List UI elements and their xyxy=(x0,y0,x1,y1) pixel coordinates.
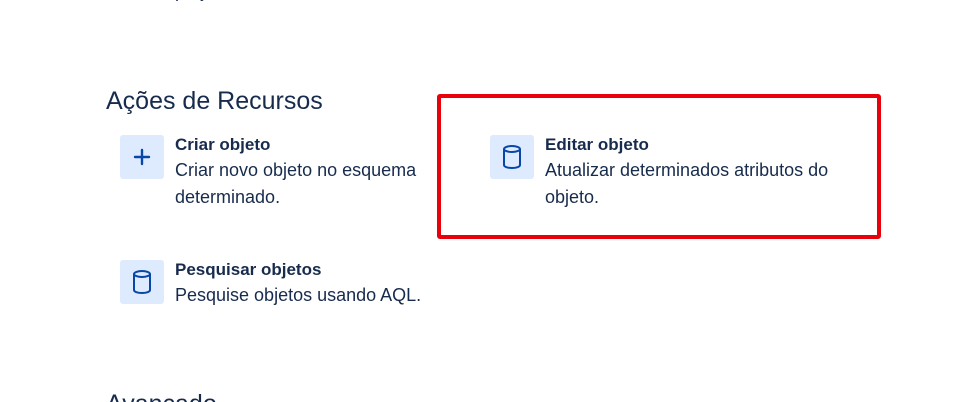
section-title-advanced: Avançado xyxy=(106,389,217,402)
section-title-resource-actions: Ações de Recursos xyxy=(106,87,323,115)
edit-object-title: Editar objeto xyxy=(545,135,649,154)
automation-actions-page: projeto Ações de Recursos Criar objeto C… xyxy=(0,0,962,402)
edit-object-description: Atualizar determinados atributos do obje… xyxy=(545,160,829,207)
previous-item-description: projeto xyxy=(175,0,505,5)
search-objects-text: Pesquisar objetos Pesquise objetos usand… xyxy=(175,258,505,309)
create-object-icon-box xyxy=(120,135,164,179)
create-object-title: Criar objeto xyxy=(175,135,271,154)
search-objects-icon-box xyxy=(120,260,164,304)
search-objects-title: Pesquisar objetos xyxy=(175,260,322,279)
previous-item-description-tail: projeto xyxy=(175,0,230,1)
action-search-objects[interactable]: Pesquisar objetos Pesquise objetos usand… xyxy=(120,260,505,309)
edit-object-icon-box xyxy=(490,135,534,179)
database-icon xyxy=(503,145,521,170)
create-object-description: Criar novo objeto no esquema determinado… xyxy=(175,160,417,207)
plus-icon xyxy=(133,148,151,166)
search-objects-description: Pesquise objetos usando AQL. xyxy=(175,285,422,305)
edit-object-text: Editar objeto Atualizar determinados atr… xyxy=(545,133,835,211)
create-object-text: Criar objeto Criar novo objeto no esquem… xyxy=(175,133,445,211)
database-icon xyxy=(133,270,151,295)
action-edit-object[interactable]: Editar objeto Atualizar determinados atr… xyxy=(490,135,835,211)
action-create-object[interactable]: Criar objeto Criar novo objeto no esquem… xyxy=(120,135,445,211)
